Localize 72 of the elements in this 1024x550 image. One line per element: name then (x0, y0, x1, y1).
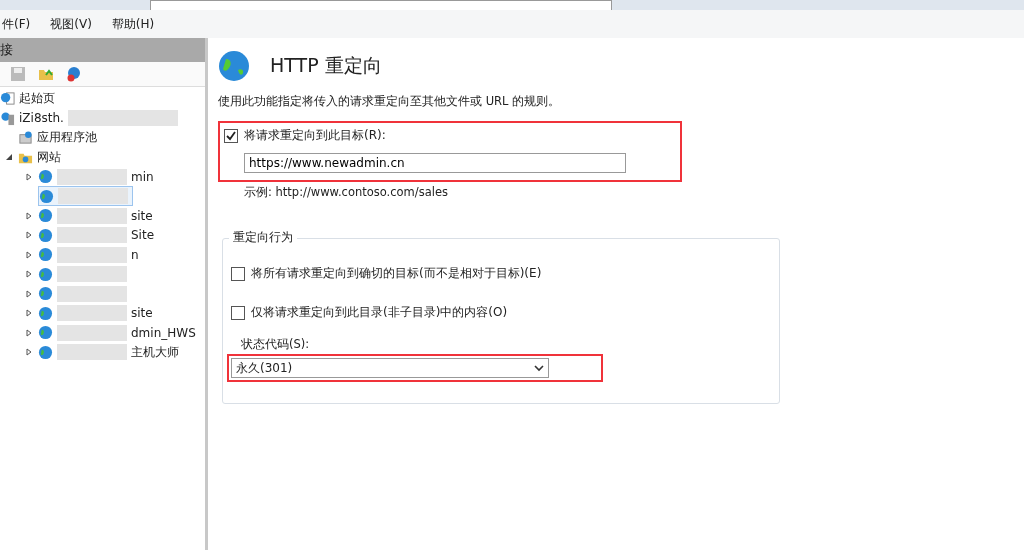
feature-title: HTTP 重定向 (270, 53, 382, 78)
checkbox-label: 将所有请求重定向到确切的目标(而不是相对于目标)(E) (251, 265, 542, 282)
site-row[interactable]: dmin_HWS (38, 323, 200, 342)
site-row[interactable]: n (38, 245, 143, 264)
tree-item[interactable]: 网站 (37, 148, 61, 166)
checkbox-label: 将请求重定向到此目标(R): (244, 127, 386, 144)
pixelated-blur (57, 344, 127, 361)
collapsed-arrow-icon[interactable] (24, 289, 34, 298)
pixelated-blur (57, 324, 127, 341)
site-name: n (131, 247, 139, 262)
site-name: site (131, 208, 153, 223)
globe-icon (38, 344, 53, 360)
globe-page-icon (0, 91, 15, 107)
collapsed-arrow-icon[interactable] (24, 328, 34, 337)
pixelated-blur (57, 266, 127, 283)
description-text: 使用此功能指定将传入的请求重定向至其他文件或 URL 的规则。 (218, 94, 562, 109)
example-text: 示例: http://www.contoso.com/sales (244, 185, 449, 200)
pixelated-blur (57, 207, 127, 224)
site-name: Site (131, 228, 155, 243)
site-row[interactable]: 主机大师 (38, 343, 183, 362)
menu-item[interactable]: 帮助(H) (111, 15, 155, 33)
pixelated-blur (57, 246, 127, 263)
tree-item[interactable]: iZi8sth. (19, 111, 64, 126)
globe-icon (38, 169, 53, 185)
site-row[interactable]: site (38, 304, 157, 323)
menu-item[interactable]: 件(F) (2, 15, 31, 33)
checkbox-label: 仅将请求重定向到此目录(非子目录)中的内容(O) (251, 304, 508, 321)
site-name: dmin_HWS (131, 325, 196, 340)
field-label: 状态代码(S): (241, 337, 311, 352)
app-pool-icon (18, 130, 33, 146)
menu-item[interactable]: 视图(V) (50, 15, 92, 33)
expanded-arrow-icon[interactable] (4, 153, 14, 162)
checkbox[interactable] (231, 305, 245, 320)
pixelated-blur (57, 227, 127, 244)
collapsed-arrow-icon[interactable] (24, 172, 34, 181)
pixelated-blur (57, 168, 127, 185)
status-code-dropdown[interactable]: 永久(301) (231, 358, 549, 378)
globe-icon (39, 188, 54, 204)
globe-icon (38, 286, 53, 302)
server-icon (0, 110, 15, 126)
tree-item[interactable]: 应用程序池 (37, 129, 97, 147)
input-field[interactable]: https://www.newadmin.cn (244, 153, 626, 173)
tree-item[interactable]: 起始页 (19, 90, 55, 108)
site-name: 主机大师 (131, 343, 179, 361)
collapsed-arrow-icon[interactable] (24, 211, 34, 220)
site-row[interactable]: min (38, 167, 158, 186)
site-row[interactable]: site (38, 206, 157, 225)
globe-icon (38, 247, 53, 263)
group-legend: 重定向行为 (229, 230, 297, 245)
globe-icon (38, 227, 53, 243)
site-name: min (131, 169, 154, 184)
collapsed-arrow-icon[interactable] (24, 270, 34, 279)
globe-icon (38, 208, 53, 224)
pixelated-blur (58, 188, 128, 205)
site-row[interactable]: Site (38, 226, 159, 245)
globe-icon (38, 325, 53, 341)
pixelated-blur (57, 285, 127, 302)
globe-icon (218, 50, 250, 82)
site-name: site (131, 306, 153, 321)
checkbox[interactable] (231, 266, 245, 281)
collapsed-arrow-icon[interactable] (24, 231, 34, 240)
selected-tree-item[interactable] (38, 186, 133, 207)
globe-icon (38, 305, 53, 321)
checkbox[interactable] (224, 128, 238, 143)
pane-header: 接 (0, 38, 205, 62)
pixelated-blur (57, 305, 127, 322)
collapsed-arrow-icon[interactable] (24, 348, 34, 357)
collapsed-arrow-icon[interactable] (24, 250, 34, 259)
chevron-down-icon (534, 364, 544, 372)
collapsed-arrow-icon[interactable] (24, 309, 34, 318)
globe-icon (38, 266, 53, 282)
globe-disconnect-icon[interactable] (66, 66, 82, 82)
